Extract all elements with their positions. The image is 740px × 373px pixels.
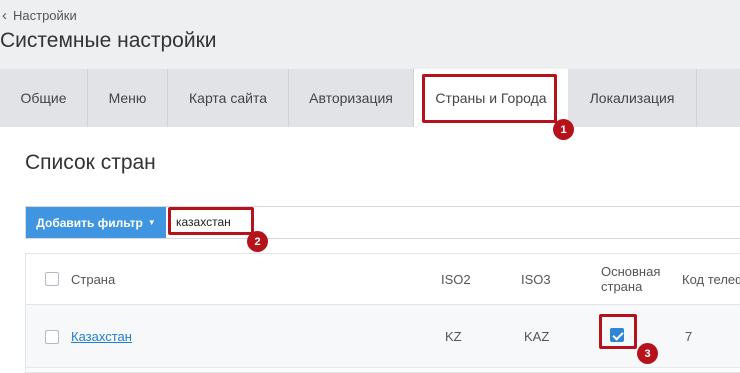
tab-authorization[interactable]: Авторизация	[289, 69, 414, 127]
chevron-left-icon: ‹	[2, 7, 7, 24]
column-main-country-line1: Основная	[601, 264, 661, 279]
tab-bar: Общие Меню Карта сайта Авторизация Стран…	[0, 69, 740, 127]
countries-table: Страна ISO2 ISO3 Основная страна Код тел…	[25, 253, 740, 373]
section-title: Список стран	[25, 151, 156, 174]
iso3-value: KAZ	[524, 329, 550, 344]
back-label: Настройки	[13, 8, 77, 23]
add-filter-button[interactable]: Добавить фильтр ▼	[26, 207, 166, 238]
highlight-checkbox	[599, 314, 637, 349]
column-iso2: ISO2	[441, 272, 471, 287]
column-main-country: Основная страна	[601, 264, 660, 294]
tab-localization[interactable]: Локализация	[568, 69, 697, 127]
filter-bar: Добавить фильтр ▼	[25, 206, 740, 239]
tab-general[interactable]: Общие	[0, 69, 88, 127]
add-filter-label: Добавить фильтр	[36, 215, 143, 230]
tab-sitemap[interactable]: Карта сайта	[168, 69, 289, 127]
annotation-marker-1: 1	[553, 119, 574, 140]
column-iso3: ISO3	[521, 272, 551, 287]
row-checkbox[interactable]	[45, 330, 59, 344]
annotation-marker-2: 2	[247, 231, 268, 252]
back-link[interactable]: ‹ Настройки	[2, 8, 77, 23]
column-main-country-line2: страна	[601, 279, 643, 294]
highlight-tab	[422, 74, 557, 123]
annotation-marker-3: 3	[637, 343, 658, 364]
iso2-value: KZ	[445, 329, 462, 344]
column-phone-code: Код телеф	[682, 272, 740, 287]
tab-menu[interactable]: Меню	[88, 69, 168, 127]
highlight-search	[168, 207, 254, 235]
table-header: Страна ISO2 ISO3 Основная страна Код тел…	[26, 254, 740, 305]
country-link[interactable]: Казахстан	[71, 329, 132, 344]
page-title: Системные настройки	[0, 29, 217, 52]
select-all-checkbox[interactable]	[45, 272, 59, 286]
caret-down-icon: ▼	[147, 218, 156, 227]
column-country: Страна	[71, 272, 116, 287]
phone-code-value: 7	[685, 329, 693, 344]
